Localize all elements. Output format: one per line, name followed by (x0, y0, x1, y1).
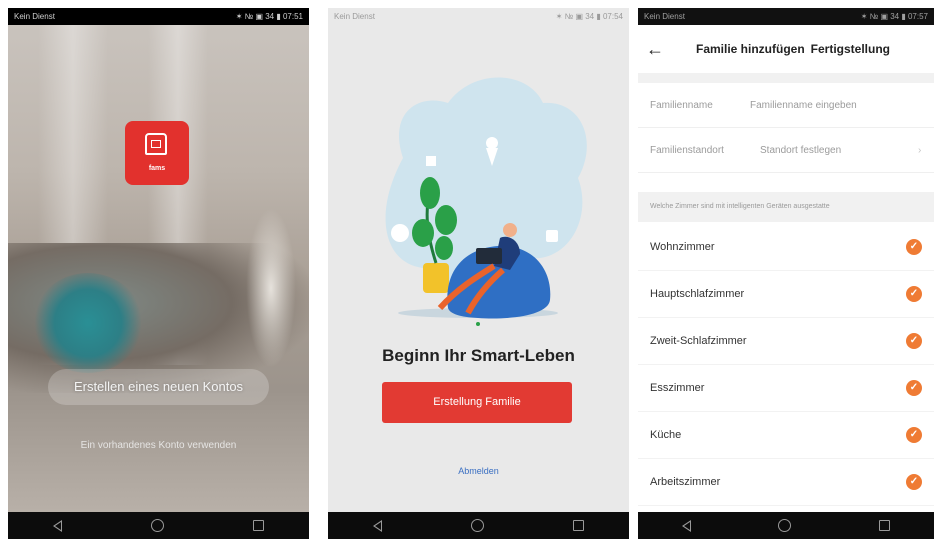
recent-apps-icon[interactable] (879, 520, 891, 531)
back-icon[interactable] (681, 519, 691, 532)
add-family-page: ← Familie hinzufügen Fertigstellung Fami… (638, 25, 934, 512)
page-title: Familie hinzufügen (696, 42, 805, 56)
check-icon[interactable]: ✓ (906, 238, 922, 255)
back-icon[interactable] (52, 519, 62, 532)
check-icon[interactable]: ✓ (906, 426, 922, 443)
room-item[interactable]: Wohnzimmer ✓ (638, 223, 934, 271)
recent-apps-icon[interactable] (253, 520, 265, 531)
logout-link[interactable]: Abmelden (328, 466, 629, 476)
system-nav-bar (638, 512, 934, 539)
family-name-row[interactable]: Familienname Familienname eingeben (638, 83, 934, 128)
carrier-label: Kein Dienst (14, 12, 55, 21)
check-icon[interactable]: ✓ (906, 332, 922, 349)
chevron-right-icon: › (918, 144, 922, 156)
create-account-button[interactable]: Erstellen eines neuen Kontos (48, 369, 269, 405)
check-icon[interactable]: ✓ (906, 379, 922, 396)
room-item[interactable]: Küche ✓ (638, 411, 934, 459)
recent-apps-icon[interactable] (573, 520, 585, 531)
back-arrow-icon[interactable]: ← (638, 39, 672, 60)
status-icons: ✶ № ▣ 34 ▮ 07:51 (235, 12, 303, 21)
room-label: Zweit-Schlafzimmer (650, 334, 747, 347)
home-icon[interactable] (150, 519, 164, 532)
carrier-label: Kein Dienst (644, 12, 685, 21)
room-item[interactable]: Esszimmer ✓ (638, 364, 934, 412)
room-label: Esszimmer (650, 381, 705, 394)
home-icon[interactable] (778, 519, 792, 532)
page-title: Beginn Ihr Smart-Leben (382, 346, 575, 365)
phone-screen-start: Kein Dienst ✶ № ▣ 34 ▮ 07:54 Beginn Ihr … (328, 8, 629, 539)
status-icons: ✶ № ▣ 34 ▮ 07:57 (860, 12, 928, 21)
family-location-row[interactable]: Familienstandort Standort festlegen › (638, 128, 934, 173)
house-icon (145, 133, 167, 155)
check-icon[interactable]: ✓ (906, 285, 922, 302)
chair-decoration (33, 273, 143, 373)
status-bar: Kein Dienst ✶ № ▣ 34 ▮ 07:57 (638, 8, 934, 25)
section-divider (638, 73, 934, 83)
room-item[interactable]: Arbeitszimmer ✓ (638, 458, 934, 506)
back-icon[interactable] (372, 519, 382, 532)
smart-life-illustration (385, 77, 587, 326)
logo-text: fams (148, 165, 166, 172)
phone-screen-add-family: Kein Dienst ✶ № ▣ 34 ▮ 07:57 ← Familie h… (638, 8, 934, 539)
app-header: ← Familie hinzufügen Fertigstellung (638, 25, 934, 73)
phone-screen-welcome: Kein Dienst ✶ № ▣ 34 ▮ 07:51 fams Erstel… (8, 8, 309, 539)
room-label: Wohnzimmer (650, 240, 715, 253)
room-label: Hauptschlafzimmer (650, 287, 745, 300)
room-item[interactable]: Hauptschlafzimmer ✓ (638, 270, 934, 318)
room-label: Küche (650, 428, 682, 441)
system-nav-bar (328, 512, 629, 539)
system-nav-bar (8, 512, 309, 539)
lamp-decoration (246, 208, 296, 368)
app-logo: fams (125, 121, 189, 185)
family-name-field[interactable]: Familienname eingeben (750, 100, 934, 111)
rooms-hint: Welche Zimmer sind mit intelligenten Ger… (638, 192, 934, 222)
done-button[interactable]: Fertigstellung (811, 42, 890, 56)
room-item[interactable]: Zweit-Schlafzimmer ✓ (638, 317, 934, 365)
status-bar: Kein Dienst ✶ № ▣ 34 ▮ 07:51 (8, 8, 309, 25)
family-name-label: Familienname (650, 99, 713, 111)
family-location-field[interactable]: Standort festlegen (750, 145, 918, 156)
family-location-label: Familienstandort (650, 144, 724, 156)
home-icon[interactable] (470, 519, 484, 532)
use-existing-account-link[interactable]: Ein vorhandenes Konto verwenden (8, 440, 309, 451)
create-family-button[interactable]: Erstellung Familie (382, 382, 572, 423)
room-label: Arbeitszimmer (650, 475, 721, 488)
check-icon[interactable]: ✓ (906, 473, 922, 490)
